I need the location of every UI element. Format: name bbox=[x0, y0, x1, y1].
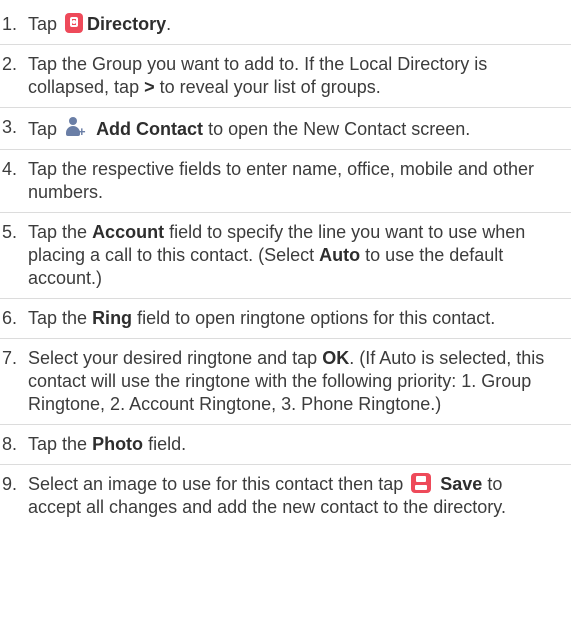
expand-chevron-label: > bbox=[144, 77, 155, 97]
ok-label: OK bbox=[322, 348, 350, 368]
step-text-part: Tap bbox=[28, 119, 58, 139]
step-number: 7. bbox=[2, 348, 18, 368]
save-label: Save bbox=[440, 474, 483, 494]
step-1: 1. Tap Directory. bbox=[0, 5, 571, 45]
ring-label: Ring bbox=[92, 308, 133, 328]
step-text: Tap Directory. bbox=[28, 13, 548, 36]
step-number: 3. bbox=[2, 117, 18, 137]
directory-label: Directory bbox=[87, 14, 167, 34]
step-6: 6. Tap the Ring field to open ringtone o… bbox=[0, 299, 571, 339]
auto-label: Auto bbox=[319, 245, 361, 265]
instruction-steps: 1. Tap Directory. 2. Tap the Group you w… bbox=[0, 0, 571, 527]
step-5: 5. Tap the Account field to specify the … bbox=[0, 213, 571, 299]
step-text-part: . bbox=[166, 14, 172, 34]
photo-label: Photo bbox=[92, 434, 144, 454]
step-number: 4. bbox=[2, 159, 18, 179]
step-text-part: field. bbox=[148, 434, 187, 454]
save-icon bbox=[411, 473, 432, 493]
step-number: 9. bbox=[2, 474, 18, 494]
directory-icon bbox=[65, 13, 84, 33]
step-text-part: field to open ringtone options for this … bbox=[137, 308, 496, 328]
step-4: 4. Tap the respective fields to enter na… bbox=[0, 150, 571, 213]
add-contact-label: Add Contact bbox=[96, 119, 204, 139]
step-number: 2. bbox=[2, 54, 18, 74]
step-text-part: Tap the bbox=[28, 308, 88, 328]
step-number: 1. bbox=[2, 14, 18, 34]
step-number: 8. bbox=[2, 434, 18, 454]
step-7: 7. Select your desired ringtone and tap … bbox=[0, 339, 571, 425]
step-text: Tap the Account field to specify the lin… bbox=[28, 221, 548, 290]
step-text-part: Tap the bbox=[28, 434, 88, 454]
step-8: 8. Tap the Photo field. bbox=[0, 425, 571, 465]
step-2: 2. Tap the Group you want to add to. If … bbox=[0, 45, 571, 108]
step-number: 6. bbox=[2, 308, 18, 328]
step-text-part: Tap bbox=[28, 14, 58, 34]
step-text: Select your desired ringtone and tap OK.… bbox=[28, 347, 548, 416]
step-text-part: to open the New Contact screen. bbox=[208, 119, 471, 139]
step-text: Tap + Add Contact to open the New Contac… bbox=[28, 116, 548, 141]
step-9: 9. Select an image to use for this conta… bbox=[0, 465, 571, 527]
step-text-part: to reveal your list of groups. bbox=[159, 77, 381, 97]
step-number: 5. bbox=[2, 222, 18, 242]
step-text-part: Tap the bbox=[28, 222, 88, 242]
step-3: 3. Tap + Add Contact to open the New Con… bbox=[0, 108, 571, 150]
step-text: Tap the respective fields to enter name,… bbox=[28, 159, 534, 202]
account-label: Account bbox=[92, 222, 165, 242]
add-contact-icon: + bbox=[65, 116, 87, 138]
step-text: Select an image to use for this contact … bbox=[28, 473, 548, 519]
step-text: Tap the Ring field to open ringtone opti… bbox=[28, 307, 548, 330]
step-text: Tap the Group you want to add to. If the… bbox=[28, 53, 548, 99]
step-text-part: Select an image to use for this contact … bbox=[28, 474, 404, 494]
step-text: Tap the Photo field. bbox=[28, 433, 548, 456]
step-text-part: Select your desired ringtone and tap bbox=[28, 348, 318, 368]
